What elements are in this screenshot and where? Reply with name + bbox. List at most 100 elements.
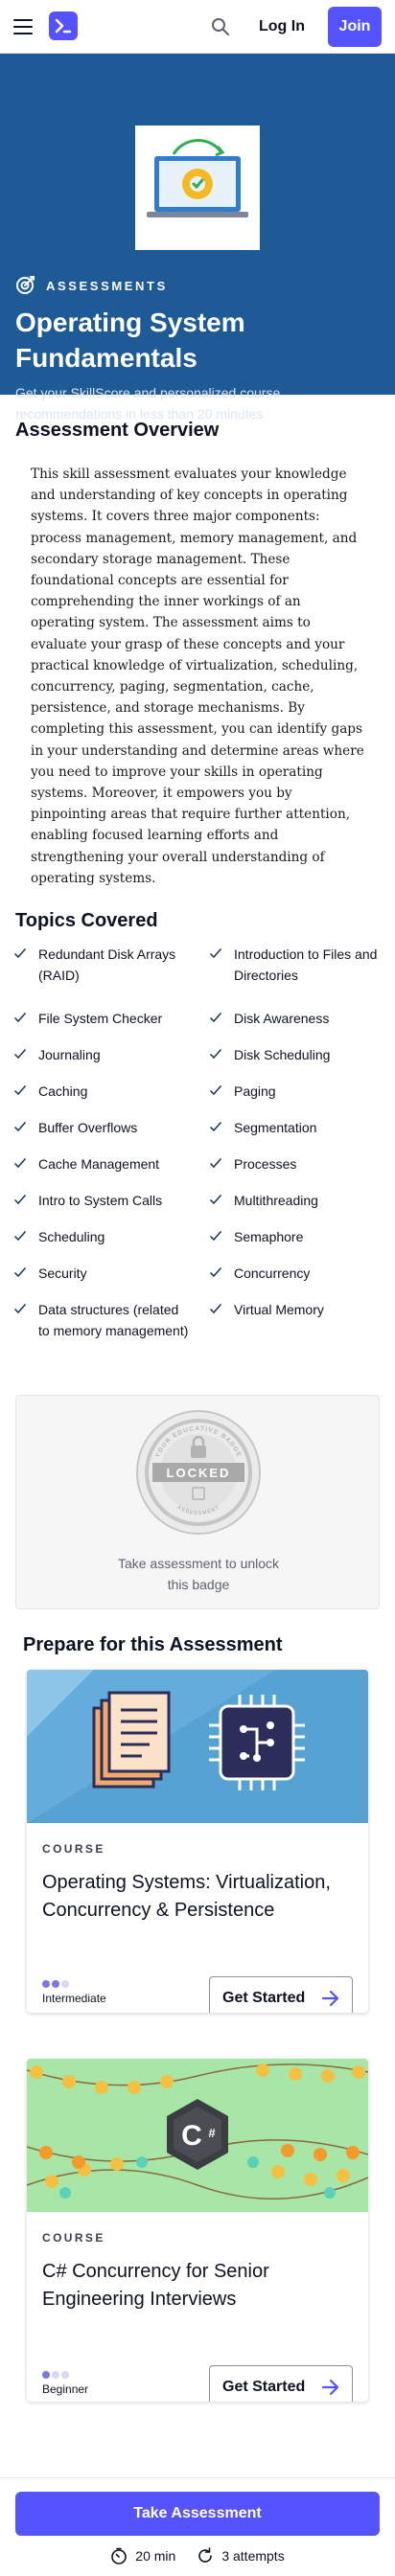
badge-caption-text: Take assessment to unlock this badge xyxy=(117,1556,280,1592)
category-label: ASSESSMENTS xyxy=(46,278,168,293)
svg-text:C: C xyxy=(181,2120,202,2152)
course-title[interactable]: C# Concurrency for Senior Engineering In… xyxy=(42,2258,353,2314)
check-icon xyxy=(13,1158,27,1169)
topic-item: Processes xyxy=(209,1153,382,1174)
topic-label: Cache Management xyxy=(38,1156,160,1172)
check-icon xyxy=(13,1122,27,1132)
duration-info: 20 min xyxy=(110,2547,175,2565)
get-started-button[interactable]: Get Started xyxy=(209,2365,353,2402)
check-icon xyxy=(209,1158,222,1169)
topic-label: Virtual Memory xyxy=(234,1302,324,1317)
prepare-heading: Prepare for this Assessment xyxy=(23,1634,283,1655)
course-card[interactable]: C # COURSE C# Concurrency for Senior Eng… xyxy=(27,2059,368,2402)
topic-label: File System Checker xyxy=(38,1011,163,1026)
take-assessment-button[interactable]: Take Assessment xyxy=(15,2492,380,2536)
topic-item: Buffer Overflows xyxy=(13,1117,186,1138)
topic-label: Disk Awareness xyxy=(234,1011,330,1026)
laptop-gear-illustration xyxy=(135,125,260,250)
check-icon xyxy=(209,1122,222,1132)
topic-label: Journaling xyxy=(38,1047,101,1062)
check-icon xyxy=(209,1085,222,1096)
check-icon xyxy=(13,1304,27,1314)
duration-label: 20 min xyxy=(135,2548,176,2564)
arrow-right-icon xyxy=(321,1990,339,2007)
topic-label: Paging xyxy=(234,1083,276,1099)
topic-item: Scheduling xyxy=(13,1226,186,1247)
overview-heading: Assessment Overview xyxy=(15,420,220,441)
level-label: Intermediate xyxy=(42,1992,106,2005)
check-icon xyxy=(209,1231,222,1242)
take-assessment-bar: Take Assessment 20 min 3 attempts xyxy=(0,2477,395,2576)
search-icon[interactable] xyxy=(211,17,230,36)
get-started-label: Get Started xyxy=(222,2379,306,2395)
arrow-right-icon xyxy=(321,2379,339,2396)
topics-heading: Topics Covered xyxy=(15,910,158,931)
top-navigation-bar: Log In Join xyxy=(0,0,395,54)
topic-label: Redundant Disk Arrays (RAID) xyxy=(38,946,176,983)
check-icon xyxy=(13,1195,27,1205)
topic-item: Segmentation xyxy=(209,1117,382,1138)
topic-item: Disk Awareness xyxy=(209,1008,382,1029)
os-course-thumbnail xyxy=(27,1670,368,1823)
check-icon xyxy=(13,1013,27,1023)
topic-label: Semaphore xyxy=(234,1229,304,1244)
topic-item: Caching xyxy=(13,1081,186,1102)
topic-item: Paging xyxy=(209,1081,382,1102)
attempts-info: 3 attempts xyxy=(197,2547,285,2565)
check-icon xyxy=(209,1304,222,1314)
timer-icon xyxy=(111,2547,128,2565)
course-card[interactable]: COURSE Operating Systems: Virtualization… xyxy=(27,1670,368,2013)
topic-item: Intro to System Calls xyxy=(13,1190,186,1211)
page-title: Operating System Fundamentals xyxy=(15,308,245,373)
assessment-target-icon xyxy=(15,274,36,298)
level-indicator-icon xyxy=(42,2371,88,2379)
join-button[interactable]: Join xyxy=(328,7,382,47)
check-icon xyxy=(209,1195,222,1205)
topic-item: File System Checker xyxy=(13,1008,186,1029)
topic-label: Disk Scheduling xyxy=(234,1047,331,1062)
course-type-label: COURSE xyxy=(42,1842,105,1856)
topic-item: Data structures (related to memory manag… xyxy=(13,1299,190,1341)
check-icon xyxy=(13,948,27,959)
topic-label: Data structures (related to memory manag… xyxy=(38,1302,189,1338)
topic-item: Semaphore xyxy=(209,1226,382,1247)
csharp-course-thumbnail: C # xyxy=(27,2059,368,2212)
topic-item: Redundant Disk Arrays (RAID) xyxy=(13,944,186,986)
topic-item: Cache Management xyxy=(13,1153,186,1174)
login-button[interactable]: Log In xyxy=(251,13,313,40)
terminal-logo-icon[interactable] xyxy=(49,11,78,40)
topic-label: Intro to System Calls xyxy=(38,1193,163,1208)
locked-label: LOCKED xyxy=(167,1466,231,1480)
check-icon xyxy=(13,1267,27,1278)
level-label: Beginner xyxy=(42,2382,89,2396)
locked-badge-icon: YOUR EDUCATIVE BADGE ASSESSMENT LOCKED xyxy=(135,1409,262,1536)
check-icon xyxy=(209,1049,222,1060)
topic-item: Security xyxy=(13,1263,186,1284)
check-icon xyxy=(13,1049,27,1060)
topic-item: Concurrency xyxy=(209,1263,382,1284)
badge-unlock-caption: Take assessment to unlock this badge xyxy=(16,1553,381,1595)
topic-label: Concurrency xyxy=(234,1265,311,1281)
course-title[interactable]: Operating Systems: Virtualization, Concu… xyxy=(42,1869,353,1925)
get-started-label: Get Started xyxy=(222,1990,306,2006)
topic-item: Multithreading xyxy=(209,1190,382,1211)
check-icon xyxy=(209,948,222,959)
check-icon xyxy=(13,1085,27,1096)
topic-item: Virtual Memory xyxy=(209,1299,382,1320)
hero-subtitle: Get your SkillScore and personalized cou… xyxy=(15,385,281,422)
check-icon xyxy=(13,1231,27,1242)
hero-banner: ASSESSMENTS Operating System Fundamental… xyxy=(0,54,395,422)
topic-label: Caching xyxy=(38,1083,88,1099)
topic-label: Introduction to Files and Directories xyxy=(234,946,378,983)
level-indicator-icon xyxy=(42,1980,106,1988)
course-level: Intermediate xyxy=(42,1980,106,2005)
hamburger-menu-icon[interactable] xyxy=(13,19,33,34)
course-level: Beginner xyxy=(42,2371,88,2396)
assessment-meta: 20 min 3 attempts xyxy=(0,2547,395,2565)
topic-label: Segmentation xyxy=(234,1120,317,1135)
get-started-button[interactable]: Get Started xyxy=(209,1976,353,2013)
topic-item: Journaling xyxy=(13,1044,186,1065)
assessment-category-tag: ASSESSMENTS xyxy=(15,274,168,298)
topic-label: Buffer Overflows xyxy=(38,1120,138,1135)
course-type-label: COURSE xyxy=(42,2231,105,2245)
